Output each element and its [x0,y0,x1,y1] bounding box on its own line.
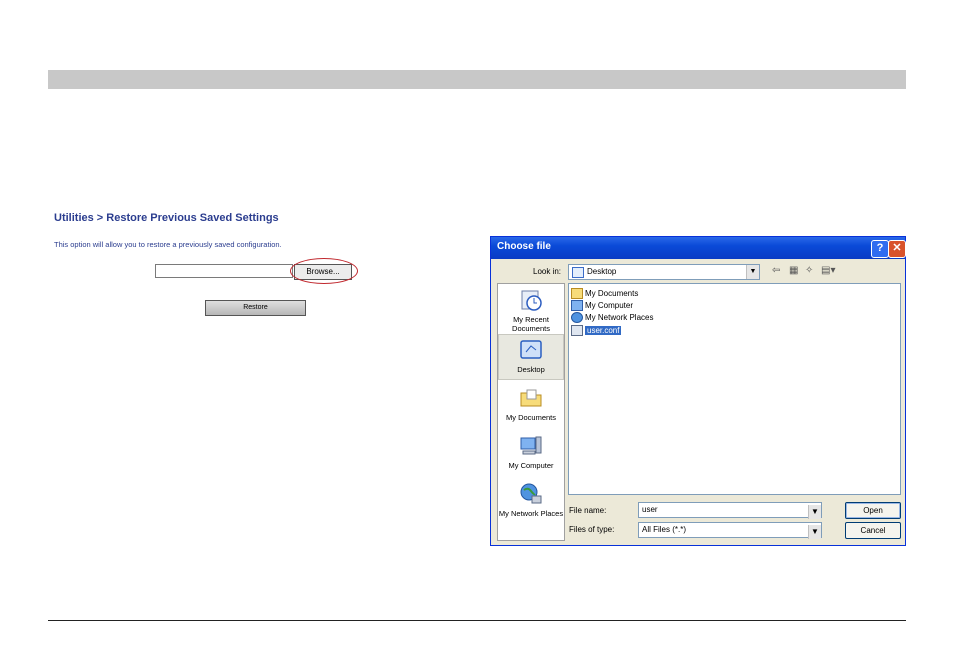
chevron-down-icon[interactable]: ▼ [808,505,821,519]
folder-icon [571,288,583,300]
choose-file-dialog: Choose file ? ✕ Look in: Desktop ▼ ⇦ ▦ ✧… [490,236,906,546]
open-button[interactable]: Open [845,502,901,519]
new-folder-icon[interactable]: ✧ [805,265,813,276]
page-description: This option will allow you to restore a … [54,240,282,249]
page-title: Utilities > Restore Previous Saved Setti… [54,212,279,224]
arrow-left-icon[interactable]: ⇦ [772,265,780,276]
desktop-icon [572,267,584,278]
cancel-button[interactable]: Cancel [845,522,901,539]
network-icon [571,312,583,324]
place-my-recent-documents[interactable]: My Recent Documents [498,288,564,333]
list-item[interactable]: My Network Places [571,312,654,324]
browse-highlight-circle [290,258,358,284]
look-in-select[interactable]: Desktop ▼ [568,264,760,280]
file-name: user.conf [585,326,622,335]
place-label: My Network Places [498,509,564,518]
clock-icon [519,288,543,312]
file-name: My Documents [585,289,639,298]
place-label: My Documents [505,413,556,422]
look-in-label: Look in: [533,267,562,276]
footer-divider [48,620,906,621]
chevron-down-icon[interactable]: ▼ [746,265,759,279]
place-label: My Computer [508,461,554,470]
file-name-input[interactable]: user ▼ [638,502,822,519]
file-icon [571,325,583,337]
close-button[interactable]: ✕ [888,240,906,258]
files-of-type-select[interactable]: All Files (*.*) ▼ [638,522,822,539]
folder-icon [519,386,543,410]
file-name: My Network Places [585,313,654,322]
file-name-value: user [642,505,658,514]
network-icon [519,482,543,506]
list-item[interactable]: My Documents [571,288,639,300]
file-name-label: File name: [569,506,607,515]
files-of-type-value: All Files (*.*) [642,525,687,534]
dialog-titlebar[interactable]: Choose file ? ✕ [491,237,906,259]
computer-icon [519,434,543,458]
restore-button[interactable]: Restore [205,300,306,316]
file-list[interactable]: My Documents My Computer My Network Plac… [568,283,901,495]
restore-file-input[interactable] [155,264,293,278]
place-label: Desktop [517,365,545,374]
views-menu-icon[interactable]: ▤▾ [821,265,835,276]
header-bar [48,70,906,89]
place-my-computer[interactable]: My Computer [498,434,564,470]
help-button[interactable]: ? [871,240,889,258]
dialog-title: Choose file [497,241,551,252]
desktop-icon [519,338,543,362]
place-label: My Recent Documents [512,315,550,333]
place-my-documents[interactable]: My Documents [498,386,564,422]
look-in-value: Desktop [587,267,617,276]
place-my-network-places[interactable]: My Network Places [498,482,564,518]
places-bar: My Recent Documents Desktop My Documents… [497,283,565,541]
list-item[interactable]: user.conf [571,325,622,337]
list-item[interactable]: My Computer [571,300,634,312]
file-name: My Computer [585,301,634,310]
chevron-down-icon[interactable]: ▼ [808,525,821,539]
up-folder-icon[interactable]: ▦ [789,265,798,276]
files-of-type-label: Files of type: [569,525,615,534]
computer-icon [571,300,583,312]
place-desktop[interactable]: Desktop [498,334,564,380]
